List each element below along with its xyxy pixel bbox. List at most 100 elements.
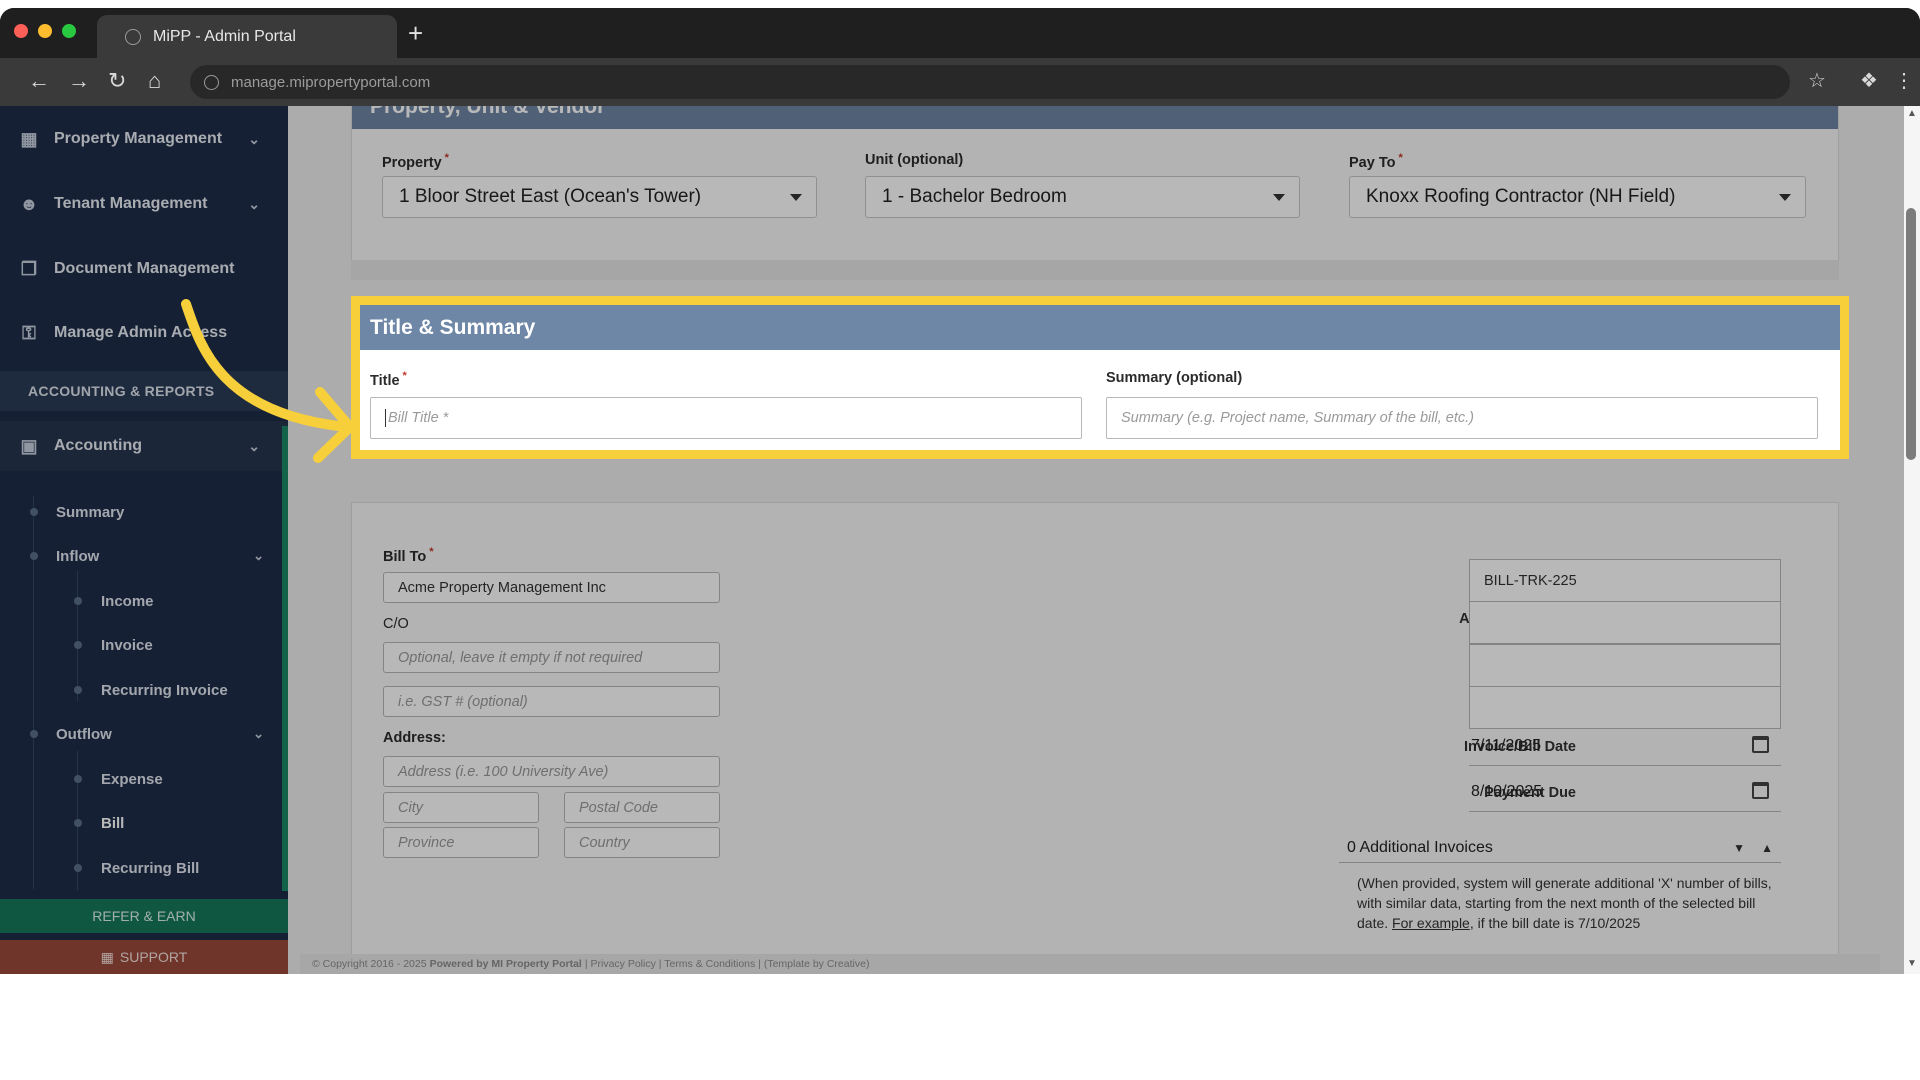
- unit-select-value: 1 - Bachelor Bedroom: [882, 186, 1067, 207]
- city-input[interactable]: City: [383, 792, 539, 823]
- url-text: manage.mipropertyportal.com: [231, 73, 431, 91]
- browser-toolbar: ← → ↻ ⌂ manage.mipropertyportal.com ☆ ❖ …: [0, 58, 1920, 106]
- sidebar-item-label: Outflow: [56, 725, 112, 743]
- address-label: Address:: [383, 730, 446, 746]
- sidebar-item-recurring-bill[interactable]: Recurring Bill: [0, 853, 288, 883]
- sidebar-item-income[interactable]: Income: [0, 586, 288, 616]
- payto-select[interactable]: Knoxx Roofing Contractor (NH Field): [1349, 176, 1806, 218]
- sidebar-item-document-management[interactable]: ❐ Document Management: [0, 244, 288, 294]
- title-input[interactable]: Bill Title *: [370, 397, 1082, 439]
- bill-number-input[interactable]: BILL-TRK-225: [1469, 559, 1781, 602]
- minimize-window-button[interactable]: [38, 24, 52, 38]
- copyright-text: © Copyright 2016 - 2025: [312, 958, 427, 970]
- back-icon[interactable]: ←: [28, 68, 50, 94]
- co-input[interactable]: Optional, leave it empty if not required: [383, 642, 720, 673]
- calendar-icon[interactable]: [1752, 782, 1769, 799]
- card-footer-strip: [351, 260, 1839, 280]
- sidebar-item-label: Invoice: [101, 636, 153, 654]
- bullet-icon: [74, 641, 82, 649]
- po-number-input[interactable]: [1469, 644, 1781, 687]
- property-label: Property *: [382, 152, 449, 171]
- powered-by-link[interactable]: Powered by MI Property Portal: [430, 958, 582, 970]
- browser-tab[interactable]: MiPP - Admin Portal: [97, 15, 397, 58]
- scroll-down-icon[interactable]: ▼: [1907, 958, 1917, 969]
- sidebar-item-tenant-management[interactable]: ☻ Tenant Management ⌄: [0, 179, 288, 229]
- bullet-icon: [74, 775, 82, 783]
- sidebar-item-label: Income: [101, 592, 154, 610]
- extensions-icon[interactable]: ❖: [1860, 68, 1878, 93]
- sidebar-item-label: Document Management: [54, 260, 235, 277]
- sidebar-item-label: Tenant Management: [54, 195, 208, 212]
- bill-to-input[interactable]: Acme Property Management Inc: [383, 572, 720, 603]
- sidebar-item-label: Summary: [56, 503, 125, 521]
- title-summary-card: Title & Summary Title * Bill Title * Summ…: [351, 296, 1849, 459]
- sidebar-item-label: Recurring Bill: [101, 859, 200, 877]
- tab-strip: MiPP - Admin Portal +: [0, 8, 1920, 58]
- support-button[interactable]: ▦ SUPPORT: [0, 940, 288, 974]
- wo-number-input[interactable]: [1469, 686, 1781, 729]
- bullet-icon: [30, 552, 38, 560]
- address-bar[interactable]: manage.mipropertyportal.com: [190, 65, 1790, 99]
- caret-down-icon: [1273, 194, 1285, 201]
- for-example-link[interactable]: For example: [1392, 915, 1470, 931]
- summary-input[interactable]: Summary (e.g. Project name, Summary of t…: [1106, 397, 1818, 439]
- gst-input[interactable]: i.e. GST # (optional): [383, 686, 720, 717]
- sidebar-item-bill[interactable]: Bill: [0, 808, 288, 838]
- site-info-icon[interactable]: [204, 74, 219, 90]
- sidebar-item-inflow[interactable]: Inflow ⌄: [0, 541, 288, 571]
- property-select[interactable]: 1 Bloor Street East (Ocean's Tower): [382, 176, 817, 218]
- bullet-icon: [74, 686, 82, 694]
- browser-menu-icon[interactable]: ⋮: [1894, 68, 1914, 93]
- caret-down-icon: [790, 194, 802, 201]
- additional-invoices-stepper[interactable]: 0 Additional Invoices ▼ ▲: [1339, 833, 1781, 863]
- sidebar-item-outflow[interactable]: Outflow ⌄: [0, 719, 288, 749]
- sidebar-item-expense[interactable]: Expense: [0, 764, 288, 794]
- invoice-date-value: 7/11/2025: [1471, 736, 1541, 754]
- country-input[interactable]: Country: [564, 827, 720, 858]
- decrement-icon[interactable]: ▼: [1733, 841, 1745, 855]
- window-controls: [14, 24, 76, 38]
- footer-links[interactable]: | Privacy Policy | Terms & Conditions | …: [585, 958, 870, 970]
- payment-due-value: 8/10/2025: [1471, 782, 1543, 800]
- page-footer: © Copyright 2016 - 2025 Powered by MI Pr…: [300, 954, 1880, 974]
- sidebar-item-label: Property Management: [54, 130, 223, 147]
- scrollbar-thumb[interactable]: [1906, 208, 1916, 460]
- calendar-icon[interactable]: [1752, 736, 1769, 753]
- sidebar-item-label: Recurring Invoice: [101, 681, 228, 699]
- account-number-input[interactable]: [1469, 601, 1781, 644]
- additional-invoices-note: (When provided, system will generate add…: [1357, 873, 1781, 933]
- reload-icon[interactable]: ↻: [108, 68, 126, 94]
- home-icon[interactable]: ⌂: [148, 68, 161, 94]
- new-tab-button[interactable]: +: [408, 20, 423, 46]
- invoice-date-input[interactable]: 7/11/2025: [1469, 726, 1781, 766]
- bullet-icon: [74, 819, 82, 827]
- caret-down-icon: [1779, 194, 1791, 201]
- browser-window: MiPP - Admin Portal + ← → ↻ ⌂ manage.mip…: [0, 8, 1920, 974]
- globe-icon: [125, 28, 141, 45]
- forward-icon[interactable]: →: [68, 68, 90, 94]
- tab-title: MiPP - Admin Portal: [153, 27, 296, 45]
- sidebar-item-invoice[interactable]: Invoice: [0, 630, 288, 660]
- close-window-button[interactable]: [14, 24, 28, 38]
- increment-icon[interactable]: ▲: [1761, 841, 1773, 855]
- chevron-down-icon: ⌄: [253, 726, 264, 741]
- address-input[interactable]: Address (i.e. 100 University Ave): [383, 756, 720, 787]
- payment-due-input[interactable]: 8/10/2025: [1469, 772, 1781, 812]
- refer-earn-button[interactable]: REFER & EARN: [0, 899, 288, 933]
- chevron-down-icon: ⌄: [248, 130, 260, 147]
- co-label: C/O: [383, 616, 409, 632]
- documents-icon: ❐: [20, 258, 38, 279]
- province-input[interactable]: Province: [383, 827, 539, 858]
- main-content: Property, Unit & Vendor Property * 1 Bloo…: [288, 106, 1920, 974]
- postal-code-input[interactable]: Postal Code: [564, 792, 720, 823]
- title-summary-header: Title & Summary: [360, 305, 1840, 350]
- sidebar-item-recurring-invoice[interactable]: Recurring Invoice: [0, 675, 288, 705]
- additional-invoices-value: 0 Additional Invoices: [1347, 838, 1493, 856]
- title-label: Title *: [370, 370, 407, 389]
- property-card-header: Property, Unit & Vendor: [352, 106, 1838, 129]
- sidebar-item-property-management[interactable]: ▦ Property Management ⌄: [0, 114, 288, 164]
- scroll-up-icon[interactable]: ▲: [1907, 108, 1917, 119]
- unit-select[interactable]: 1 - Bachelor Bedroom: [865, 176, 1300, 218]
- bookmark-star-icon[interactable]: ☆: [1808, 68, 1826, 93]
- maximize-window-button[interactable]: [62, 24, 76, 38]
